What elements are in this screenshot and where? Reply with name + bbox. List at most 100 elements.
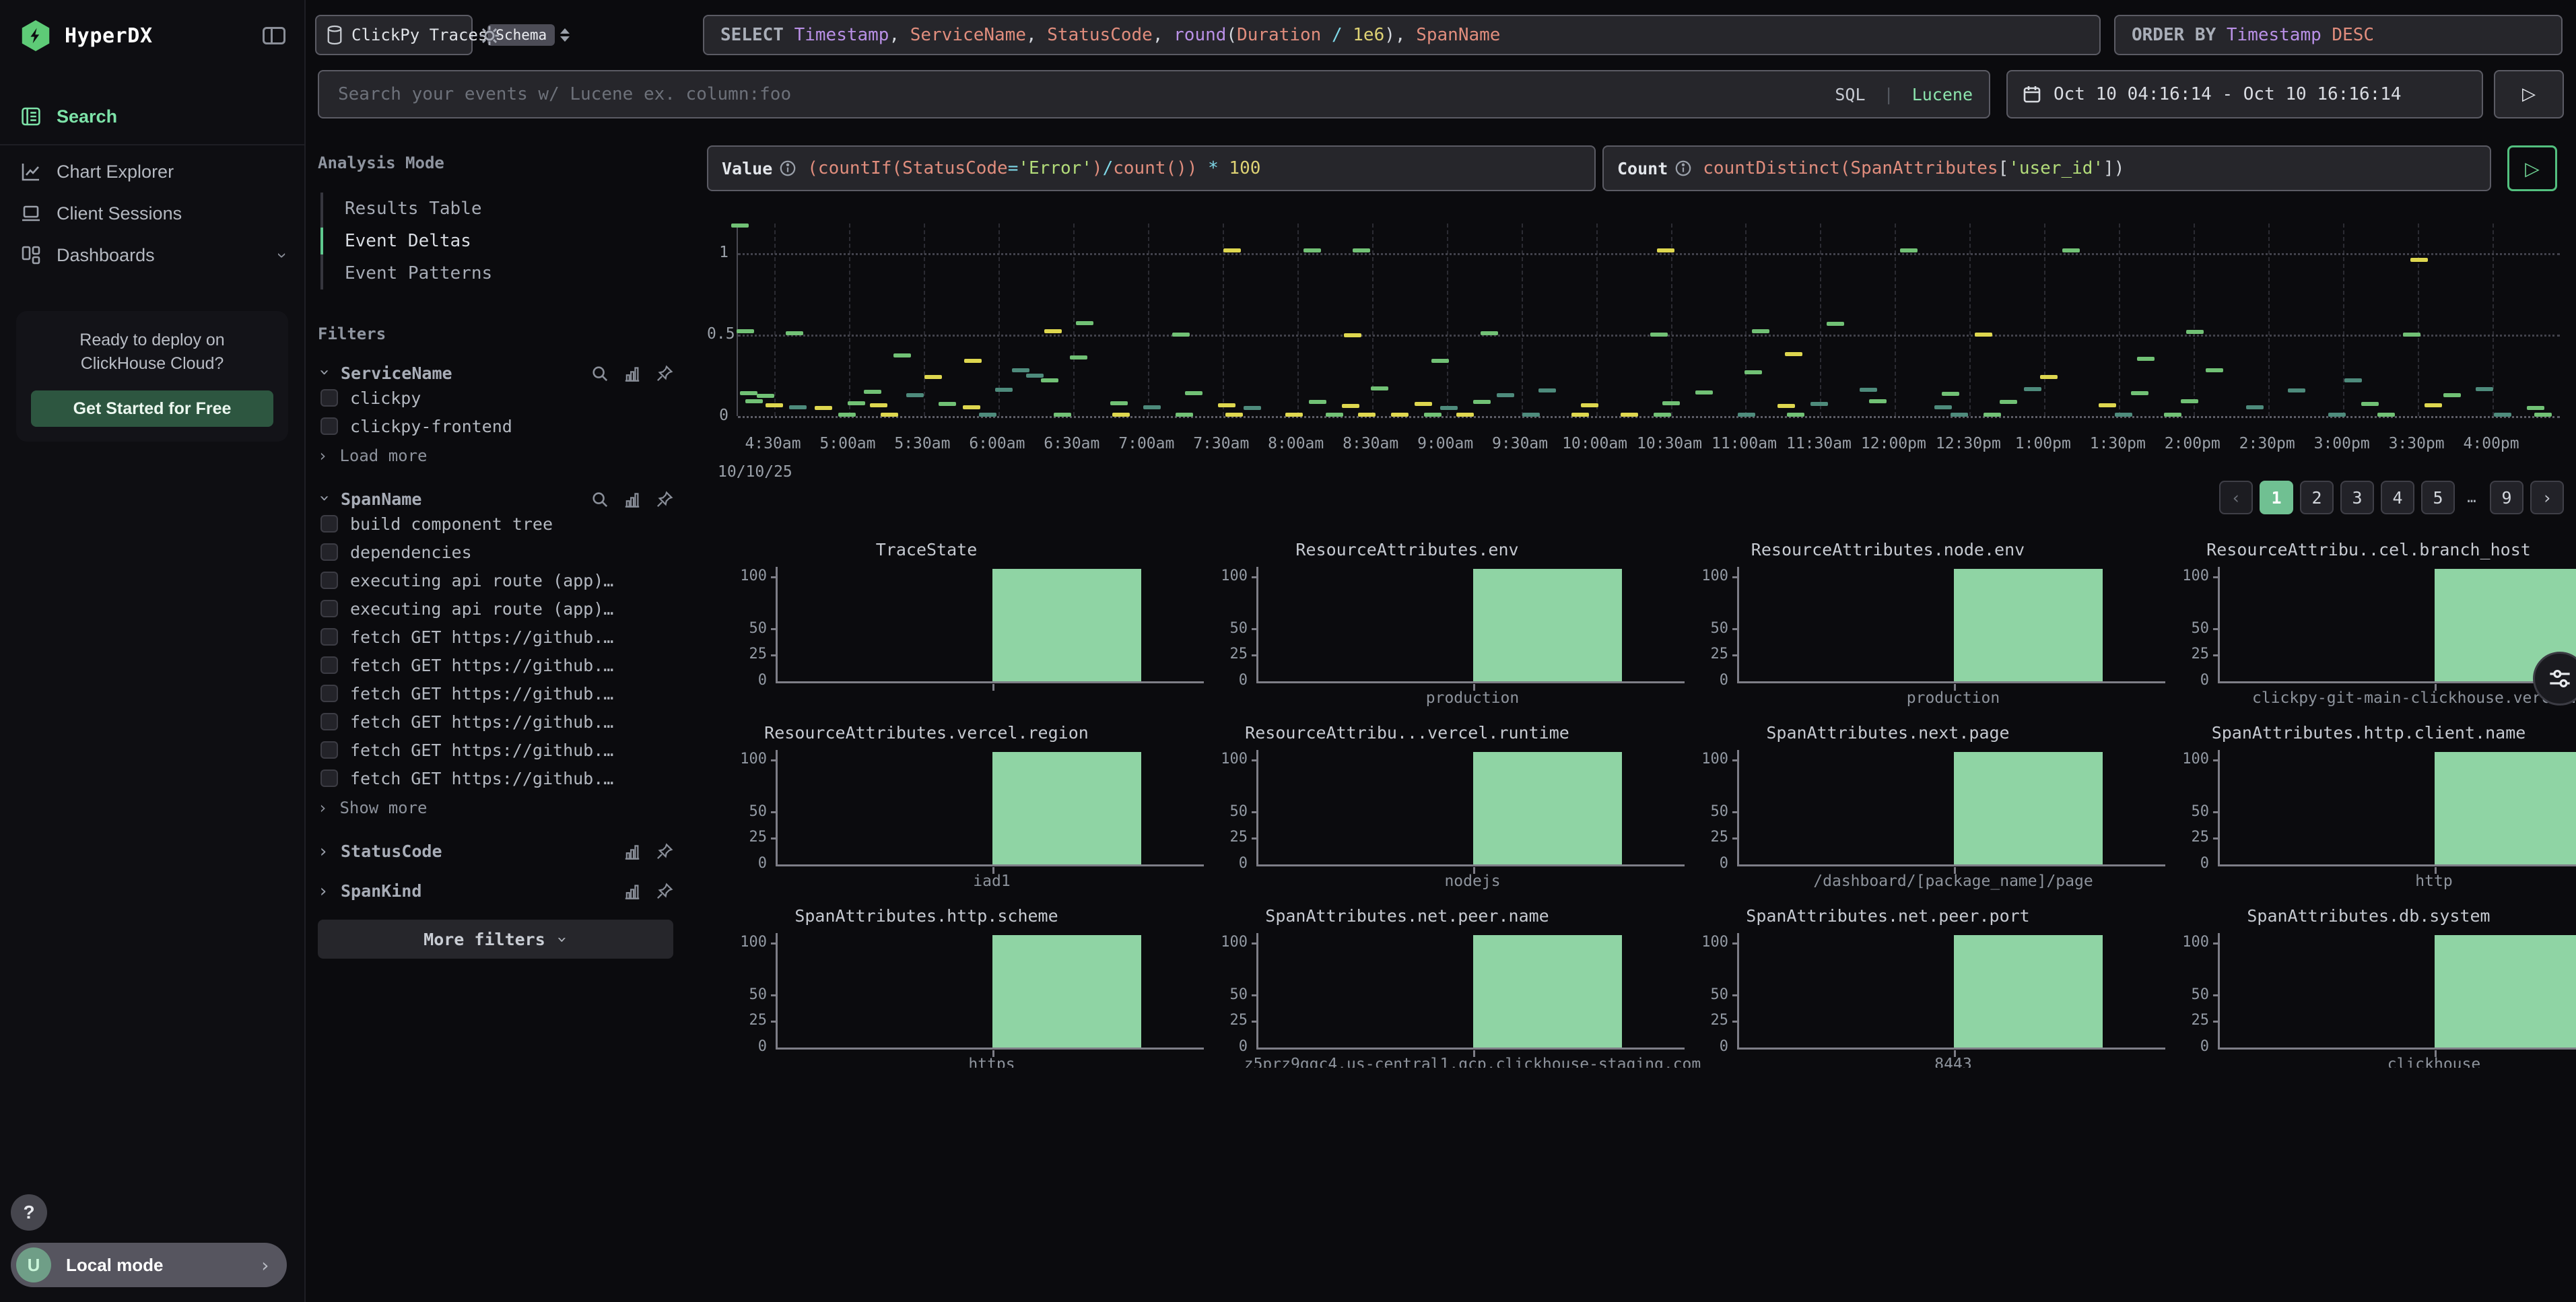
- delta-data-point[interactable]: [1112, 413, 1130, 417]
- delta-data-point[interactable]: [906, 393, 924, 397]
- delta-data-point[interactable]: [1070, 355, 1087, 359]
- delta-data-point[interactable]: [870, 403, 887, 407]
- delta-data-point[interactable]: [848, 401, 865, 405]
- filter-option[interactable]: executing api route (app)…: [320, 595, 673, 622]
- facet-chart[interactable]: ResourceAttributes.node.env10050250produ…: [1668, 533, 2149, 716]
- facet-chart[interactable]: SpanAttributes.net.peer.port100502508443: [1668, 899, 2149, 1068]
- delta-data-point[interactable]: [2377, 413, 2395, 417]
- facet-bar[interactable]: [992, 752, 1141, 864]
- filter-option[interactable]: build component tree: [320, 510, 673, 537]
- delta-data-point[interactable]: [1581, 403, 1598, 407]
- page-next-button[interactable]: ›: [2530, 481, 2564, 514]
- delta-data-point[interactable]: [1415, 402, 1432, 406]
- more-filters-button[interactable]: More filters ›: [318, 920, 673, 959]
- sidebar-item-dashboards[interactable]: Dashboards›: [0, 234, 304, 276]
- data-source-select[interactable]: ClickPy Traces Schema: [315, 15, 473, 55]
- delta-data-point[interactable]: [939, 402, 956, 406]
- analysis-mode-option-event-deltas[interactable]: Event Deltas: [323, 225, 673, 257]
- delta-data-point[interactable]: [1860, 388, 1877, 392]
- sidebar-item-client-sessions[interactable]: Client Sessions: [0, 193, 304, 234]
- chart-icon[interactable]: [623, 491, 641, 508]
- delta-data-point[interactable]: [2186, 330, 2204, 334]
- search-input[interactable]: [335, 83, 1821, 106]
- delta-data-point[interactable]: [1342, 404, 1359, 408]
- pin-icon[interactable]: [656, 843, 673, 860]
- delta-data-point[interactable]: [815, 406, 832, 410]
- page-prev-button[interactable]: ‹: [2219, 481, 2253, 514]
- delta-data-point[interactable]: [745, 399, 763, 403]
- delta-data-point[interactable]: [2494, 413, 2511, 417]
- page-button-2[interactable]: 2: [2300, 481, 2334, 514]
- facet-bar[interactable]: [1473, 569, 1622, 681]
- facet-bar[interactable]: [1954, 752, 2103, 864]
- delta-data-point[interactable]: [1900, 248, 1918, 252]
- facet-chart[interactable]: ResourceAttribu...vercel.runtime10050250…: [1188, 716, 1668, 899]
- delta-data-point[interactable]: [1787, 413, 1804, 417]
- sidebar-item-chart-explorer[interactable]: Chart Explorer: [0, 151, 304, 193]
- delta-data-point[interactable]: [740, 391, 757, 395]
- sidebar-item-search[interactable]: Search: [0, 96, 304, 137]
- filter-option[interactable]: fetch GET https://github.…: [320, 765, 673, 792]
- delta-data-point[interactable]: [1650, 333, 1668, 337]
- delta-data-point[interactable]: [731, 224, 749, 228]
- delta-data-point[interactable]: [995, 388, 1013, 392]
- run-search-button[interactable]: ▷: [2494, 70, 2564, 118]
- delta-data-point[interactable]: [2131, 391, 2148, 395]
- facet-bar[interactable]: [2435, 935, 2576, 1048]
- delta-data-point[interactable]: [2328, 413, 2346, 417]
- delta-data-point[interactable]: [1176, 413, 1193, 417]
- chart-icon[interactable]: [623, 843, 641, 860]
- delta-data-point[interactable]: [1218, 403, 1235, 407]
- delta-data-point[interactable]: [1481, 331, 1498, 335]
- delta-data-point[interactable]: [1869, 399, 1887, 403]
- facet-chart[interactable]: SpanAttributes.db.system10050250clickhou…: [2149, 899, 2576, 1068]
- help-button[interactable]: ?: [11, 1194, 47, 1231]
- delta-data-point[interactable]: [1942, 392, 1959, 396]
- filter-option[interactable]: dependencies: [320, 539, 673, 566]
- delta-data-point[interactable]: [2527, 406, 2544, 410]
- facet-chart[interactable]: SpanAttributes.net.peer.name10050250z5pr…: [1188, 899, 1668, 1068]
- delta-data-point[interactable]: [1344, 333, 1361, 337]
- delta-data-point[interactable]: [1391, 413, 1409, 417]
- delta-data-point[interactable]: [1303, 248, 1321, 252]
- chart-icon[interactable]: [623, 365, 641, 382]
- delta-data-point[interactable]: [757, 394, 774, 398]
- delta-data-point[interactable]: [1695, 390, 1713, 395]
- count-expression-input[interactable]: Count countDistinct(SpanAttributes['user…: [1602, 145, 2491, 191]
- delta-data-point[interactable]: [1984, 413, 2001, 417]
- delta-data-point[interactable]: [2062, 248, 2080, 252]
- delta-data-point[interactable]: [1244, 406, 1261, 410]
- delta-data-point[interactable]: [1431, 359, 1449, 363]
- delta-data-point[interactable]: [1223, 248, 1241, 252]
- chart-icon[interactable]: [623, 883, 641, 900]
- page-button-4[interactable]: 4: [2381, 481, 2414, 514]
- delta-data-point[interactable]: [2344, 378, 2362, 382]
- delta-data-point[interactable]: [1353, 248, 1370, 252]
- checkbox[interactable]: [320, 628, 338, 646]
- checkbox[interactable]: [320, 769, 338, 787]
- delta-data-point[interactable]: [1934, 405, 1952, 409]
- delta-data-point[interactable]: [1110, 401, 1128, 405]
- delta-data-point[interactable]: [1975, 333, 1992, 337]
- delta-data-point[interactable]: [2164, 413, 2181, 417]
- facet-bar[interactable]: [992, 935, 1141, 1048]
- gear-icon[interactable]: [478, 24, 501, 47]
- delta-data-point[interactable]: [1358, 413, 1376, 417]
- delta-data-point[interactable]: [1571, 413, 1589, 417]
- filter-option[interactable]: executing api route (app)…: [320, 567, 673, 594]
- checkbox[interactable]: [320, 656, 338, 674]
- facet-chart[interactable]: ResourceAttributes.vercel.region10050250…: [707, 716, 1188, 899]
- delta-data-point[interactable]: [1026, 374, 1044, 378]
- analysis-mode-option-event-patterns[interactable]: Event Patterns: [323, 257, 673, 289]
- sql-mode-toggle[interactable]: SQL: [1835, 85, 1865, 104]
- delta-data-point[interactable]: [1657, 248, 1674, 252]
- page-button-3[interactable]: 3: [2340, 481, 2374, 514]
- delta-data-point[interactable]: [737, 329, 754, 333]
- checkbox[interactable]: [320, 572, 338, 589]
- account-menu[interactable]: U Local mode ›: [11, 1243, 287, 1287]
- filter-group-header[interactable]: ›SpanKind: [318, 881, 673, 901]
- load-more-link[interactable]: ›Load more: [318, 442, 673, 469]
- delta-data-point[interactable]: [2206, 368, 2223, 372]
- delta-data-point[interactable]: [1473, 400, 1491, 404]
- page-button-9[interactable]: 9: [2490, 481, 2523, 514]
